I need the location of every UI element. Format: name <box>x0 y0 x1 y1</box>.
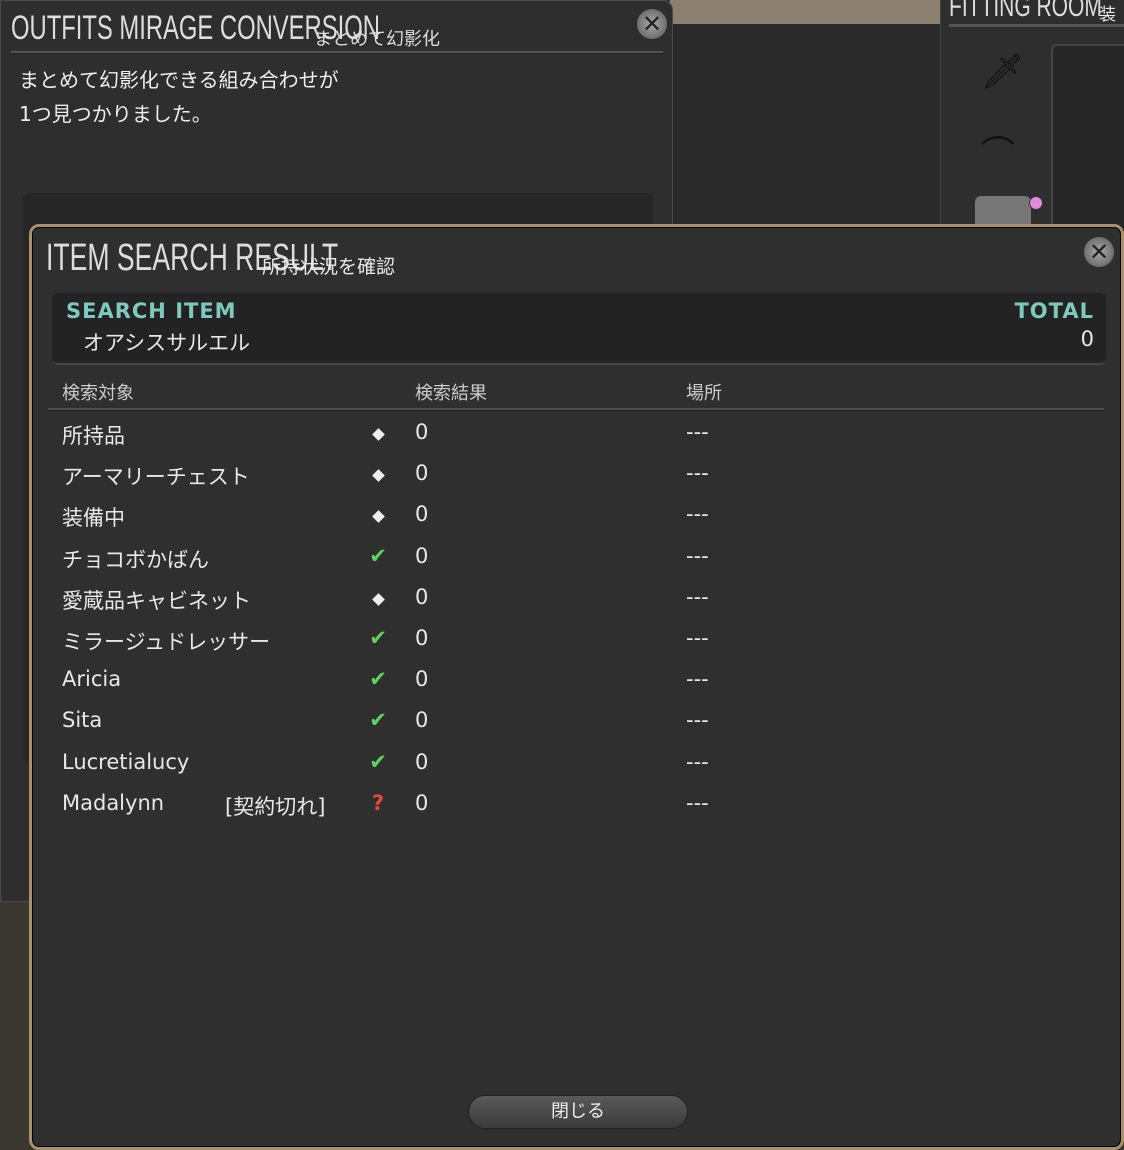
diamond-icon <box>366 461 390 485</box>
search-item-label: SEARCH ITEM <box>66 299 237 323</box>
background-scene <box>670 0 940 24</box>
row-location: --- <box>686 502 709 527</box>
check-icon: ✔ <box>369 749 387 774</box>
table-row: 所持品 0 --- <box>32 420 1112 460</box>
table-row: チョコボかばん ✔ 0 --- <box>32 544 1112 584</box>
diamond-icon <box>366 502 390 526</box>
diamond-icon <box>366 420 390 444</box>
column-header-target: 検索対象 <box>62 383 134 404</box>
row-count: 0 <box>415 543 429 568</box>
row-count: 0 <box>415 461 429 486</box>
close-button[interactable]: 閉じる <box>468 1095 688 1129</box>
weapon-slot-icon[interactable]: 🗡 <box>981 52 1024 92</box>
row-location: --- <box>686 708 709 733</box>
message: まとめて幻影化できる組み合わせが 1つ見つかりました。 <box>19 63 339 131</box>
row-count: 0 <box>415 667 429 692</box>
check-icon: ✔ <box>369 626 387 650</box>
divider <box>949 24 1124 27</box>
row-location: --- <box>686 667 709 692</box>
item-search-result-dialog: ITEM SEARCH RESULT 所持状況を確認 ✕ SEARCH ITEM… <box>29 224 1124 1150</box>
column-header-location: 場所 <box>686 383 722 404</box>
divider <box>48 408 1104 411</box>
close-icon[interactable]: ✕ <box>637 9 667 39</box>
row-name: 所持品 <box>62 424 125 448</box>
row-name: Sita <box>62 708 103 733</box>
table-row: 愛蔵品キャビネット 0 --- <box>32 585 1112 625</box>
table-row: 装備中 0 --- <box>32 502 1112 542</box>
column-header-result: 検索結果 <box>415 383 487 404</box>
diamond-icon <box>366 585 390 609</box>
search-item-box: SEARCH ITEM オアシスサルエル TOTAL 0 <box>52 293 1106 365</box>
dialog-subtitle: 所持状況を確認 <box>262 256 396 278</box>
row-name: Lucretialucy <box>62 749 190 774</box>
row-count: 0 <box>415 790 429 815</box>
fitting-room-window: FITTING ROOM 装 🗡 ⌒ <box>940 0 1124 236</box>
check-icon: ✔ <box>369 667 387 692</box>
message-line: 1つ見つかりました。 <box>19 102 212 126</box>
row-location: --- <box>686 420 709 444</box>
close-icon[interactable]: ✕ <box>1084 237 1114 267</box>
row-location: --- <box>686 461 709 486</box>
table-row: Sita ✔ 0 --- <box>32 708 1112 748</box>
table-row: Lucretialucy ✔ 0 --- <box>32 750 1112 790</box>
row-name: Aricia <box>62 667 122 692</box>
row-name: チョコボかばん <box>62 547 209 572</box>
row-name: Madalynn <box>62 790 165 815</box>
row-location: --- <box>686 584 709 609</box>
row-name: 愛蔵品キャビネット <box>62 588 251 613</box>
row-location: --- <box>686 749 709 774</box>
row-count: 0 <box>415 626 429 650</box>
row-location: --- <box>686 543 709 568</box>
message-line: まとめて幻影化できる組み合わせが <box>19 68 339 92</box>
row-name: 装備中 <box>62 506 125 531</box>
row-status-note: [契約切れ] <box>225 794 326 819</box>
total-label: TOTAL <box>1014 299 1094 323</box>
row-name: ミラージュドレッサー <box>62 630 271 654</box>
divider <box>11 51 663 54</box>
table-row: Aricia ✔ 0 --- <box>32 667 1112 707</box>
check-icon: ✔ <box>369 708 387 733</box>
dye-dot-icon <box>1029 196 1043 210</box>
question-icon: ? <box>371 790 385 815</box>
table-row: ミラージュドレッサー ✔ 0 --- <box>32 626 1112 666</box>
window-subtitle: まとめて幻影化 <box>314 29 440 50</box>
head-slot-icon[interactable]: ⌒ <box>981 126 1015 175</box>
row-name: アーマリーチェスト <box>62 465 250 490</box>
row-count: 0 <box>415 708 429 733</box>
row-count: 0 <box>415 502 429 527</box>
check-icon: ✔ <box>369 543 387 568</box>
search-item-name: オアシスサルエル <box>83 331 251 355</box>
background-strip <box>670 24 940 234</box>
window-subtitle: 装 <box>1099 5 1116 25</box>
row-count: 0 <box>415 584 429 609</box>
preview-box <box>1051 44 1124 234</box>
table-row: Madalynn [契約切れ]? 0 --- <box>32 791 1112 831</box>
window-title: FITTING ROOM <box>949 0 1102 23</box>
row-count: 0 <box>415 420 429 444</box>
total-value: 0 <box>1080 327 1094 351</box>
table-row: アーマリーチェスト 0 --- <box>32 461 1112 501</box>
row-location: --- <box>686 626 709 650</box>
row-location: --- <box>686 790 709 815</box>
row-count: 0 <box>415 749 429 774</box>
